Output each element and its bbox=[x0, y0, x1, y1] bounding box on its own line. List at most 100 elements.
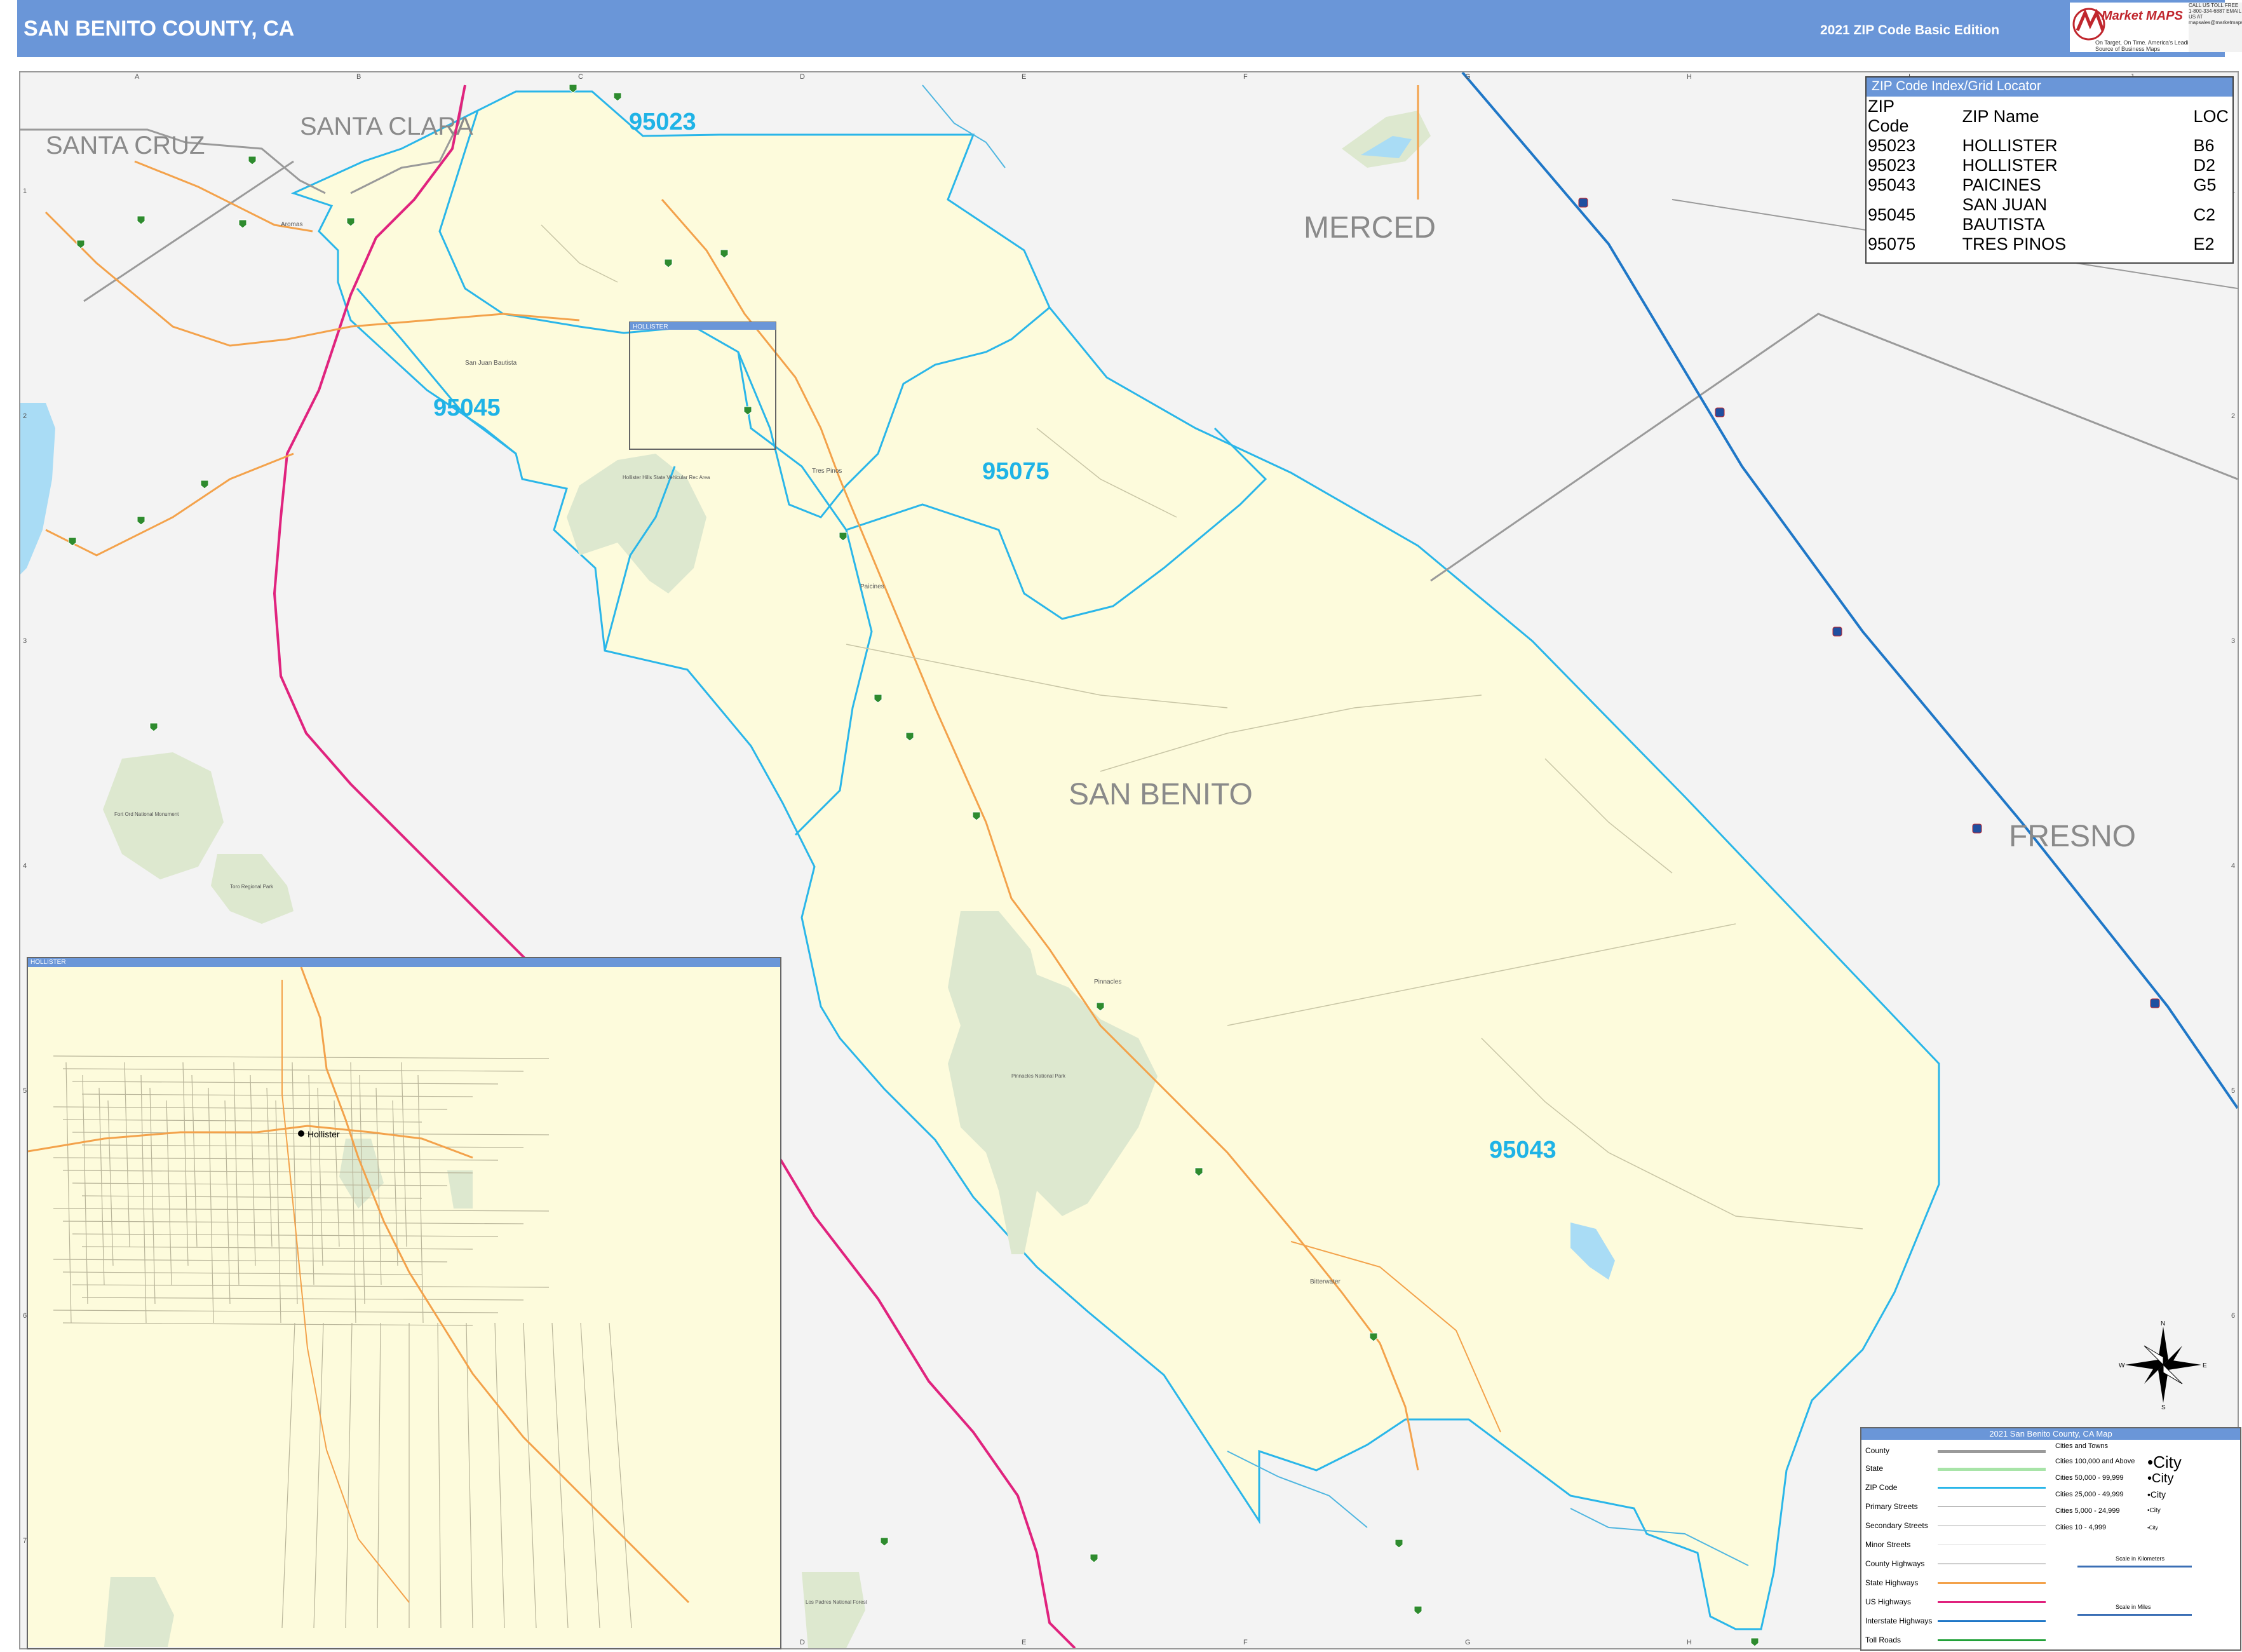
zip-index-panel: ZIP Code Index/Grid Locator ZIP Code ZIP… bbox=[1865, 76, 2234, 264]
grid-row-label: 6 bbox=[2231, 1312, 2235, 1320]
grid-column-label: H bbox=[1687, 1639, 1692, 1646]
grid-column-label: E bbox=[1022, 1639, 1026, 1646]
legend-toll-line bbox=[1938, 1639, 2046, 1641]
place-label-hollister-hills: Hollister Hills State Vehicular Rec Area bbox=[623, 475, 710, 480]
inset-hollister-label: Hollister bbox=[307, 1129, 340, 1139]
legend-scale-mi-bar bbox=[2077, 1614, 2192, 1616]
county-label-san-benito: SAN BENITO bbox=[1069, 778, 1253, 811]
legend-primary: Primary Streets bbox=[1865, 1502, 1918, 1511]
zip-name: TRES PINOS bbox=[1962, 234, 2067, 254]
legend-title: 2021 San Benito County, CA Map bbox=[1861, 1428, 2240, 1440]
place-label-bitterwater: Bitterwater bbox=[1310, 1278, 1340, 1285]
legend-minor-line bbox=[1938, 1544, 2046, 1545]
hollister-locator-label: HOLLISTER bbox=[633, 323, 668, 330]
inset-hollister-dot bbox=[298, 1130, 304, 1137]
hollister-inset-map[interactable]: HOLLISTER Hollister bbox=[27, 957, 781, 1649]
interstate-shield-icon bbox=[2150, 998, 2160, 1008]
edition-label: 2021 ZIP Code Basic Edition bbox=[1820, 23, 2000, 37]
place-label-pinnacles-park: Pinnacles National Park bbox=[1011, 1073, 1066, 1079]
place-label-los-padres: Los Padres National Forest bbox=[806, 1599, 868, 1605]
grid-column-label: G bbox=[1465, 1639, 1471, 1646]
zip-index-row: 95045 SAN JUAN BAUTISTA C2 bbox=[1868, 195, 2232, 234]
grid-row-label: 2 bbox=[2231, 412, 2235, 420]
zip-name: PAICINES bbox=[1962, 175, 2041, 194]
legend-zip: ZIP Code bbox=[1865, 1483, 1898, 1492]
grid-row-label: 3 bbox=[23, 637, 27, 645]
legend-cities-header: Cities and Towns bbox=[2055, 1442, 2108, 1450]
legend-county-hwy-line bbox=[1938, 1563, 2046, 1564]
grid-column-label: F bbox=[1243, 1639, 1248, 1646]
grid-row-label: 1 bbox=[23, 187, 27, 195]
logo-tagline: On Target, On Time. America's Leading So… bbox=[2095, 39, 2195, 52]
contact-info: CALL US TOLL FREE 1-800-334-6887 EMAIL U… bbox=[2189, 3, 2242, 52]
zip-code: 95023 bbox=[1868, 136, 1916, 155]
grid-column-label: G bbox=[1465, 73, 1471, 81]
zip-name: HOLLISTER bbox=[1962, 156, 2058, 175]
zip-loc: B6 bbox=[2193, 136, 2215, 155]
legend-scale-km: Scale in Kilometers bbox=[2116, 1555, 2165, 1562]
zip-code: 95023 bbox=[1868, 156, 1916, 175]
zip-label-95045: 95045 bbox=[433, 395, 501, 421]
zip-index-row: 95075 TRES PINOS E2 bbox=[1868, 234, 2232, 254]
legend-state-hwy: State Highways bbox=[1865, 1578, 1919, 1587]
legend-primary-line bbox=[1938, 1506, 2046, 1507]
header-bar: SAN BENITO COUNTY, CA 2021 ZIP Code Basi… bbox=[17, 0, 2225, 57]
zip-index-row: 95023 HOLLISTER D2 bbox=[1868, 156, 2232, 175]
legend-county-hwy: County Highways bbox=[1865, 1559, 1925, 1568]
legend-secondary-line bbox=[1938, 1525, 2046, 1526]
legend-interstate-line bbox=[1938, 1620, 2046, 1622]
compass-n: N bbox=[2161, 1320, 2165, 1327]
inset-title: HOLLISTER bbox=[28, 958, 780, 967]
place-label-fort-ord: Fort Ord National Monument bbox=[114, 811, 179, 817]
legend-scale-km-bar bbox=[2077, 1566, 2192, 1567]
zip-index-row: 95043 PAICINES G5 bbox=[1868, 175, 2232, 195]
interstate-shield-icon bbox=[1972, 823, 1982, 834]
logo-text: Market MAPS bbox=[2102, 9, 2183, 23]
market-maps-logo: Market MAPS On Target, On Time. America'… bbox=[2070, 3, 2197, 52]
place-label-paicines: Paicines bbox=[860, 583, 884, 590]
interstate-shield-icon bbox=[1715, 407, 1725, 417]
zip-code: 95075 bbox=[1868, 234, 1916, 254]
zip-index-row: 95023 HOLLISTER B6 bbox=[1868, 136, 2232, 156]
zip-label-95043: 95043 bbox=[1489, 1137, 1557, 1163]
grid-column-label: C bbox=[578, 73, 583, 81]
legend-state-hwy-line bbox=[1938, 1582, 2046, 1584]
legend-city-sample-4: •City bbox=[2147, 1507, 2161, 1514]
place-label-pinnacles: Pinnacles bbox=[1094, 978, 1121, 985]
legend-secondary: Secondary Streets bbox=[1865, 1521, 1928, 1530]
compass-s: S bbox=[2161, 1404, 2166, 1409]
place-label-toro-park: Toro Regional Park bbox=[230, 884, 274, 890]
zip-loc: G5 bbox=[2193, 175, 2217, 194]
legend-us-hwy: US Highways bbox=[1865, 1597, 1912, 1606]
legend-zip-line bbox=[1938, 1487, 2046, 1489]
grid-column-label: B bbox=[356, 73, 361, 81]
grid-column-label: H bbox=[1687, 73, 1692, 81]
county-label-santa-clara: SANTA CLARA bbox=[300, 112, 473, 140]
grid-column-label: F bbox=[1243, 73, 1248, 81]
interstate-shield-icon bbox=[1578, 198, 1588, 208]
county-label-fresno: FRESNO bbox=[2009, 820, 2136, 853]
legend-city-class-3: Cities 25,000 - 49,999 bbox=[2055, 1491, 2124, 1498]
zip-index-col-zip: ZIP Code bbox=[1868, 97, 1909, 135]
map-title: SAN BENITO COUNTY, CA bbox=[24, 17, 295, 41]
legend-city-class-1: Cities 100,000 and Above bbox=[2055, 1458, 2135, 1465]
compass-w: W bbox=[2119, 1362, 2125, 1369]
legend-city-class-2: Cities 50,000 - 99,999 bbox=[2055, 1474, 2124, 1482]
zip-index-col-loc: LOC bbox=[2193, 106, 2229, 126]
map-legend: 2021 San Benito County, CA Map County St… bbox=[1860, 1427, 2241, 1651]
legend-state: State bbox=[1865, 1464, 1884, 1473]
grid-row-label: 5 bbox=[2231, 1087, 2235, 1095]
legend-city-sample-5: •City bbox=[2147, 1525, 2158, 1531]
legend-toll: Toll Roads bbox=[1865, 1635, 1901, 1644]
zip-loc: D2 bbox=[2193, 156, 2215, 175]
legend-city-sample-2: •City bbox=[2147, 1472, 2174, 1486]
zip-label-95075: 95075 bbox=[982, 458, 1050, 485]
legend-city-sample-3: •City bbox=[2147, 1489, 2166, 1500]
county-label-merced: MERCED bbox=[1304, 211, 1436, 245]
grid-column-label: E bbox=[1022, 73, 1026, 81]
zip-loc: E2 bbox=[2193, 234, 2215, 254]
grid-column-label: D bbox=[800, 1639, 805, 1646]
zip-index-title: ZIP Code Index/Grid Locator bbox=[1867, 78, 2232, 97]
zip-index-table: ZIP Code ZIP Name LOC 95023 HOLLISTER B6 9… bbox=[1868, 97, 2232, 254]
zip-loc: C2 bbox=[2193, 205, 2215, 224]
